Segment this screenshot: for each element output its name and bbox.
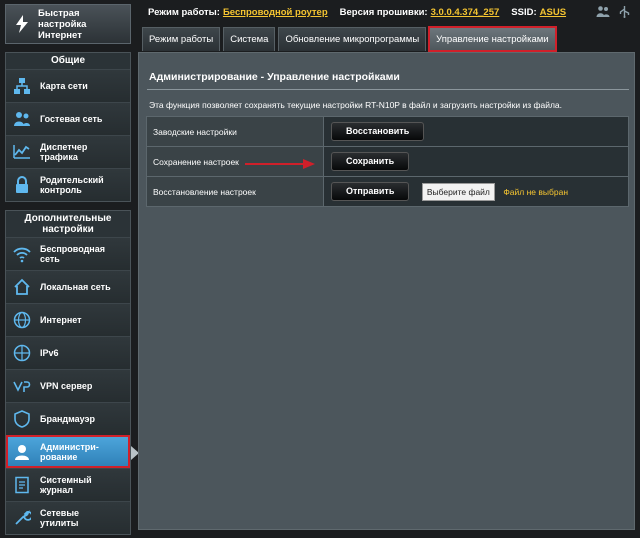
administration-icon (12, 442, 32, 462)
sidebar-item-wireless[interactable]: Беспроводная сеть (6, 237, 130, 270)
wireless-icon (12, 244, 32, 264)
sidebar-item-label: Гостевая сеть (40, 114, 103, 124)
lan-icon (12, 277, 32, 297)
table-row: Сохранение настроек Сохранить (146, 146, 629, 177)
title-divider (147, 89, 629, 90)
sidebar-item-administration[interactable]: Администри-рование (6, 435, 139, 468)
sidebar-item-vpn-server[interactable]: VPN сервер (6, 369, 130, 402)
table-row: Восстановление настроек Отправить Выбери… (146, 176, 629, 207)
tab-firmware-upgrade[interactable]: Обновление микропрограммы (278, 27, 427, 51)
network-tools-icon (12, 508, 32, 528)
sidebar-item-label: Родительский контроль (40, 175, 104, 195)
sidebar-item-label: IPv6 (40, 348, 59, 358)
general-group-title: Общие (6, 53, 130, 69)
top-icons (596, 5, 631, 23)
sidebar-item-label: Системный журнал (40, 475, 92, 495)
traffic-manager-icon (12, 142, 32, 162)
sidebar-item-parental-control[interactable]: Родительский контроль (6, 168, 130, 201)
restore-button[interactable]: Восстановить (331, 122, 425, 141)
page-description: Эта функция позволяет сохранять текущие … (149, 100, 563, 110)
usb-icon[interactable] (618, 5, 631, 23)
ssid-value-link[interactable]: ASUS (540, 7, 566, 18)
choose-file-button[interactable]: Выберите файл (421, 182, 495, 201)
sidebar-item-label: VPN сервер (40, 381, 93, 391)
red-arrow-annotation (245, 159, 315, 169)
sidebar-item-label: Сетевые утилиты (40, 508, 80, 528)
clients-icon[interactable] (596, 5, 610, 23)
status-bar: Режим работы: Беспроводной роутер Версия… (148, 5, 566, 19)
tab-bar: Режим работы Система Обновление микропро… (142, 26, 559, 52)
guest-network-icon (12, 109, 32, 129)
sidebar-item-internet[interactable]: Интернет (6, 303, 130, 336)
sidebar-item-lan[interactable]: Локальная сеть (6, 270, 130, 303)
ipv6-icon (12, 343, 32, 363)
tab-system[interactable]: Система (223, 27, 276, 51)
quick-internet-setup-button[interactable]: Быстрая настройка Интернет (5, 4, 131, 44)
settings-table: Заводские настройки Восстановить Сохране… (146, 116, 629, 207)
mode-value-link[interactable]: Беспроводной роутер (223, 7, 328, 18)
factory-default-label: Заводские настройки (146, 116, 324, 147)
sidebar-item-label: Карта сети (40, 81, 88, 91)
tab-operation-mode[interactable]: Режим работы (142, 27, 221, 51)
sidebar-item-traffic-manager[interactable]: Диспетчер трафика (6, 135, 130, 168)
sidebar-item-ipv6[interactable]: IPv6 (6, 336, 130, 369)
table-row: Заводские настройки Восстановить (146, 116, 629, 147)
general-group: Общие Карта сети Гостевая сеть Диспетчер… (5, 52, 131, 202)
upload-button[interactable]: Отправить (331, 182, 410, 201)
sidebar-item-label: Диспетчер трафика (40, 142, 88, 162)
internet-globe-icon (12, 310, 32, 330)
quick-setup-label: Быстрая настройка Интернет (38, 7, 87, 41)
sidebar-item-network-tools[interactable]: Сетевые утилиты (6, 501, 130, 534)
sidebar-item-label: Интернет (40, 315, 82, 325)
sidebar-item-label: Локальная сеть (40, 282, 111, 292)
advanced-group-title: Дополнительные настройки (6, 211, 130, 237)
firmware-label: Версия прошивки: (339, 6, 428, 18)
ssid-label: SSID: (511, 6, 537, 18)
network-map-icon (12, 76, 32, 96)
main-panel: Администрирование - Управление настройка… (138, 52, 635, 530)
restore-settings-label: Восстановление настроек (146, 176, 324, 207)
sidebar-item-network-map[interactable]: Карта сети (6, 69, 130, 102)
tab-settings-management[interactable]: Управление настройками (428, 26, 557, 52)
sidebar-item-system-log[interactable]: Системный журнал (6, 468, 130, 501)
sidebar-item-label: Беспроводная сеть (40, 244, 105, 264)
sidebar-item-label: Администри-рование (40, 442, 99, 462)
system-log-icon (12, 475, 32, 495)
advanced-group: Дополнительные настройки Беспроводная сеть… (5, 210, 139, 535)
mode-label: Режим работы: (148, 6, 220, 18)
sidebar-item-firewall[interactable]: Брандмауэр (6, 402, 130, 435)
sidebar-item-guest-network[interactable]: Гостевая сеть (6, 102, 130, 135)
firmware-value-link[interactable]: 3.0.0.4.374_257 (431, 7, 500, 18)
sidebar-item-label: Брандмауэр (40, 414, 96, 424)
parental-control-icon (12, 175, 32, 195)
quick-setup-icon (12, 14, 32, 34)
save-button[interactable]: Сохранить (331, 152, 410, 171)
file-status-text: Файл не выбран (503, 186, 569, 197)
page-title: Администрирование - Управление настройка… (149, 71, 400, 83)
firewall-icon (12, 409, 32, 429)
vpn-icon (12, 376, 32, 396)
